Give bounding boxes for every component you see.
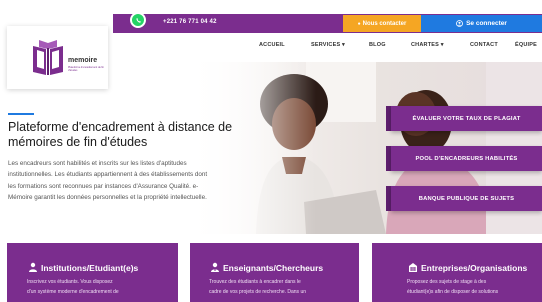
card-enseignants-title: Enseignants/Chercheurs <box>223 263 324 273</box>
card-enseignants-text: Trouvez des étudiants à encadrer dans le… <box>209 277 306 297</box>
card-enseignants-text-line2: cadre de vos projets de recherche. Dans … <box>209 289 306 295</box>
card-entreprises[interactable]: Entreprises/Organisations Proposez des s… <box>372 243 542 302</box>
building-icon <box>409 263 417 272</box>
whatsapp-icon[interactable] <box>130 12 146 28</box>
hero-title-line2: mémoires de fin d'études <box>8 134 148 149</box>
nav-chartes[interactable]: CHARTES ▾ <box>411 42 444 48</box>
pool-encadreurs-button[interactable]: POOL D'ENCADREURS HABILITÉS <box>391 146 542 171</box>
book-logo-icon <box>33 40 63 75</box>
logo-wordmark: memoire <box>68 57 98 64</box>
card-enseignants[interactable]: Enseignants/Chercheurs Trouvez des étudi… <box>190 243 359 302</box>
user-icon <box>456 20 464 27</box>
graduate-icon <box>29 262 37 272</box>
login-button-label: Se connecter <box>466 20 507 27</box>
card-institutions-title: Institutions/Etudiant(e)s <box>41 263 139 273</box>
hero-description: Les encadreurs sont habilités et inscrit… <box>8 158 270 203</box>
hero-description-line2: institutionnelles. Les étudiants apparti… <box>8 171 208 179</box>
card-institutions[interactable]: Institutions/Etudiant(e)s Inscrivez vos … <box>7 243 178 302</box>
card-institutions-text: Inscrivez vos étudiants. Vous disposez d… <box>27 277 119 297</box>
banque-sujets-button[interactable]: BANQUE PUBLIQUE DE SUJETS <box>391 186 542 211</box>
teacher-icon <box>211 262 219 272</box>
page: +221 76 771 04 42 ● Nous contacter Se co… <box>0 0 542 302</box>
card-enseignants-text-line1: Trouvez des étudiants à encadrer dans le <box>209 279 301 285</box>
nav-contact[interactable]: CONTACT <box>470 42 498 48</box>
hero-description-line1: Les encadreurs sont habilités et inscrit… <box>8 160 187 167</box>
nav-accueil[interactable]: ACCUEIL <box>259 42 285 48</box>
site-logo[interactable]: memoire Plateforme d'encadrement de fin … <box>7 26 108 89</box>
card-institutions-text-line1: Inscrivez vos étudiants. Vous disposez <box>27 279 113 285</box>
logo-tagline: Plateforme d'encadrement de fin d'études <box>68 66 105 72</box>
plagiat-button[interactable]: ÉVALUER VOTRE TAUX DE PLAGIAT <box>391 106 542 131</box>
nav-services[interactable]: SERVICES ▾ <box>311 42 345 48</box>
card-entreprises-title: Entreprises/Organisations <box>421 263 528 273</box>
card-institutions-text-line2: d'un système moderne d'encadrement de <box>27 289 119 295</box>
contact-button-label: Nous contacter <box>362 20 407 27</box>
phone-number[interactable]: +221 76 771 04 42 <box>163 19 217 25</box>
hero-description-line4: Mémoire garantit les données personnelle… <box>8 193 207 201</box>
nav-blog[interactable]: BLOG <box>369 42 386 48</box>
hero-title: Plateforme d'encadrement à distance de m… <box>8 120 276 149</box>
login-button[interactable]: Se connecter <box>421 15 542 32</box>
title-accent-line <box>8 113 34 115</box>
contact-button[interactable]: ● Nous contacter <box>343 15 421 32</box>
nav-equipe[interactable]: ÉQUIPE <box>515 42 537 48</box>
hero-description-line3: les formations sont reconnues par instan… <box>8 182 199 190</box>
card-entreprises-text-line1: Proposez des sujets de stage à des <box>407 279 487 285</box>
card-entreprises-text-line2: étudiant(e)s afin de disposer de solutio… <box>407 289 499 295</box>
hero-title-line1: Plateforme d'encadrement à distance de <box>8 120 233 134</box>
chat-icon: ● <box>357 20 361 27</box>
card-entreprises-text: Proposez des sujets de stage à des étudi… <box>407 277 498 297</box>
